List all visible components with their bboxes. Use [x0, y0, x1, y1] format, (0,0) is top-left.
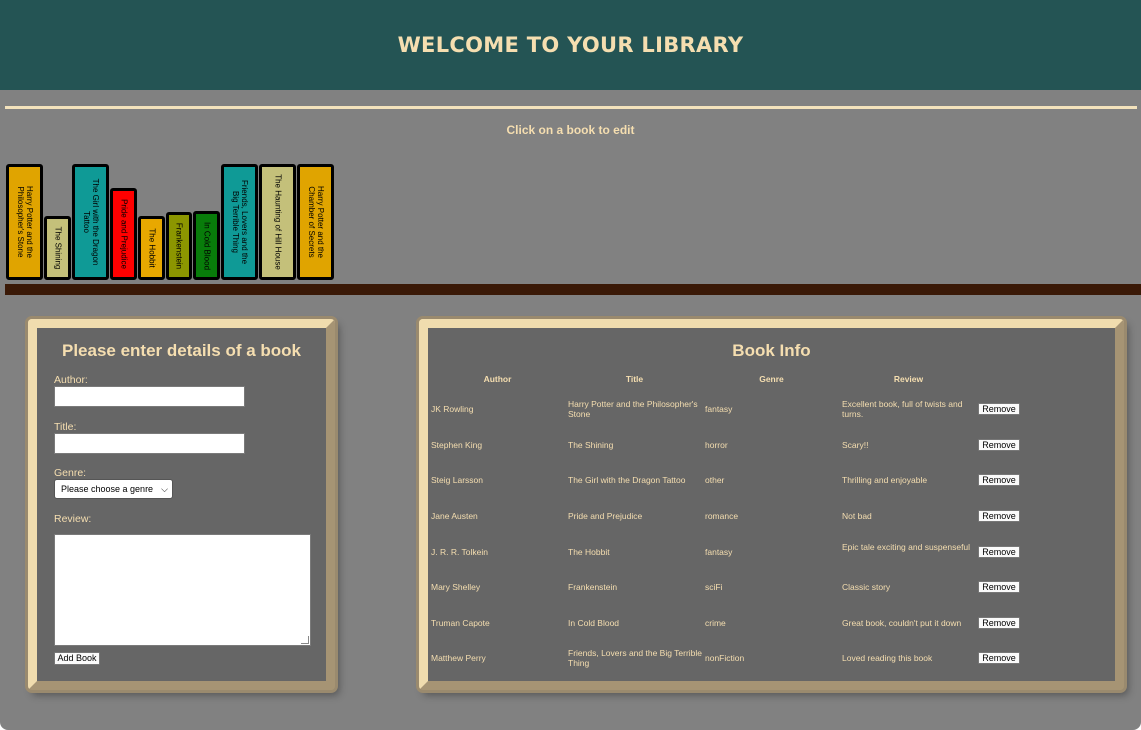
- book-spine-title: Harry Potter and the Chamber of Secrets: [306, 185, 325, 259]
- book-spine-title: The Girl with the Dragon Tattoo: [81, 178, 100, 266]
- table-cell-review: Not bad: [842, 511, 872, 521]
- remove-button[interactable]: Remove: [978, 439, 1020, 451]
- info-title: Book Info: [732, 341, 811, 360]
- table-cell-genre: sciFi: [705, 582, 723, 592]
- review-textarea[interactable]: [54, 534, 311, 646]
- table-cell-review: Scary!!: [842, 440, 869, 450]
- table-cell-author: Steig Larsson: [431, 475, 483, 485]
- chevron-down-icon: ⌵: [161, 484, 168, 494]
- table-cell-author: Matthew Perry: [431, 653, 486, 663]
- book-spine-title: Harry Potter and the Philosopher's Stone: [15, 185, 34, 259]
- table-cell-review: Excellent book, full of twists and turns…: [842, 399, 963, 419]
- table-cell-author: Mary Shelley: [431, 582, 481, 592]
- remove-button[interactable]: Remove: [978, 546, 1020, 558]
- shelf-plank: [5, 284, 1141, 295]
- edit-hint: Click on a book to edit: [506, 123, 635, 137]
- table-cell-review: Thrilling and enjoyable: [842, 475, 928, 485]
- book-spine-title: The Haunting of Hill House: [273, 174, 282, 270]
- table-cell-title: The Hobbit: [568, 547, 610, 557]
- column-header-review: Review: [893, 374, 924, 384]
- book-spine[interactable]: Pride and Prejudice: [110, 188, 137, 280]
- genre-select[interactable]: Please choose a genre ⌵: [54, 479, 173, 499]
- genre-label: Genre:: [54, 467, 87, 479]
- table-cell-author: JK Rowling: [431, 404, 474, 414]
- table-cell-title: In Cold Blood: [568, 618, 620, 628]
- table-cell-author: J. R. R. Tolkein: [431, 547, 489, 557]
- remove-button[interactable]: Remove: [978, 474, 1020, 486]
- table-cell-author: Jane Austen: [431, 511, 478, 521]
- author-input[interactable]: [54, 386, 245, 407]
- remove-button[interactable]: Remove: [978, 581, 1020, 593]
- table-cell-genre: fantasy: [705, 547, 733, 557]
- table-cell-genre: horror: [705, 440, 728, 450]
- book-spine-title: The Hobbit: [147, 228, 156, 268]
- remove-button[interactable]: Remove: [978, 652, 1020, 664]
- book-form-panel: Please enter details of a book Author: T…: [28, 319, 335, 690]
- table-cell-author: Stephen King: [431, 440, 483, 450]
- column-header-genre: Genre: [759, 374, 784, 384]
- table-cell-review: Epic tale exciting and suspenseful: [842, 542, 971, 552]
- table-cell-review: Classic story: [842, 582, 891, 592]
- genre-select-value: Please choose a genre: [61, 484, 154, 494]
- table-cell-title: The Shining: [568, 440, 614, 450]
- table-cell-genre: nonFiction: [705, 653, 745, 663]
- table-cell-genre: fantasy: [705, 404, 733, 414]
- column-header-title: Title: [625, 374, 644, 384]
- header-bar: WELCOME TO YOUR LIBRARY: [0, 0, 1141, 90]
- review-label: Review:: [54, 513, 92, 525]
- add-book-button[interactable]: Add Book: [54, 652, 100, 665]
- table-cell-title: Harry Potter and the Philosopher's Stone: [568, 399, 698, 419]
- table-cell-title: The Girl with the Dragon Tattoo: [568, 475, 686, 485]
- page-title: WELCOME TO YOUR LIBRARY: [397, 33, 744, 57]
- header-divider: [5, 106, 1137, 109]
- book-spine[interactable]: The Girl with the Dragon Tattoo: [72, 164, 109, 280]
- table-cell-title: Frankenstein: [568, 582, 618, 592]
- book-spine[interactable]: In Cold Blood: [193, 211, 220, 280]
- table-cell-genre: crime: [705, 618, 726, 628]
- book-spine[interactable]: Frankenstein: [166, 212, 192, 280]
- table-cell-review: Great book, couldn't put it down: [842, 618, 962, 628]
- book-spine-title: In Cold Blood: [202, 221, 211, 270]
- table-cell-author: Truman Capote: [431, 618, 490, 628]
- remove-button[interactable]: Remove: [978, 510, 1020, 522]
- book-spine[interactable]: Harry Potter and the Philosopher's Stone: [6, 164, 43, 280]
- table-cell-genre: other: [705, 475, 725, 485]
- book-info-panel: Book Info Author Title Genre Review JK R…: [419, 319, 1124, 690]
- book-spine-title: Pride and Prejudice: [119, 199, 128, 269]
- book-spine[interactable]: The Hobbit: [138, 216, 165, 280]
- title-label: Title:: [54, 421, 77, 433]
- book-spine[interactable]: Friends, Lovers and the Big Terrible Thi…: [221, 164, 258, 280]
- library-page: WELCOME TO YOUR LIBRARY Click on a book …: [0, 0, 1141, 730]
- table-cell-title: Friends, Lovers and the Big Terrible Thi…: [568, 648, 703, 668]
- author-label: Author:: [54, 374, 88, 386]
- table-cell-review: Loved reading this book: [842, 653, 933, 663]
- remove-button[interactable]: Remove: [978, 403, 1020, 415]
- title-input[interactable]: [54, 433, 245, 454]
- table-cell-title: Pride and Prejudice: [568, 511, 643, 521]
- form-title: Please enter details of a book: [61, 341, 302, 360]
- book-spine-title: Friends, Lovers and the Big Terrible Thi…: [230, 179, 249, 265]
- book-spine[interactable]: The Haunting of Hill House: [259, 164, 296, 280]
- book-spine[interactable]: The Shining: [44, 216, 71, 280]
- remove-button[interactable]: Remove: [978, 617, 1020, 629]
- table-cell-genre: romance: [705, 511, 739, 521]
- book-spine-title: Frankenstein: [174, 222, 184, 270]
- resize-grip-icon[interactable]: [301, 636, 309, 644]
- book-spine[interactable]: Harry Potter and the Chamber of Secrets: [297, 164, 334, 280]
- book-spine-title: The Shining: [53, 226, 62, 270]
- column-header-author: Author: [483, 374, 512, 384]
